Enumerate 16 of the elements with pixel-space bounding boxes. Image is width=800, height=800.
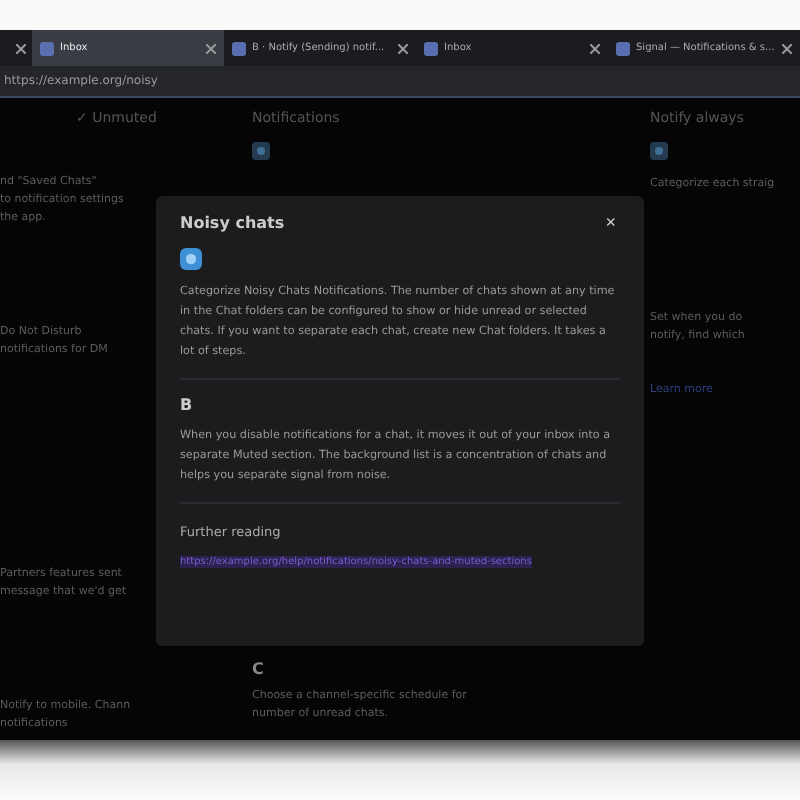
- close-button[interactable]: ×: [601, 214, 620, 232]
- section-letter: C: [252, 660, 266, 678]
- close-icon[interactable]: [16, 43, 26, 53]
- close-icon[interactable]: [398, 43, 408, 53]
- favicon-icon: [40, 41, 54, 55]
- chat-icon: [252, 142, 270, 160]
- chat-icon: [650, 142, 668, 160]
- favicon-icon: [424, 41, 438, 55]
- favicon-icon: [232, 41, 246, 55]
- close-icon[interactable]: [782, 43, 792, 53]
- close-icon[interactable]: [206, 43, 216, 53]
- section-letter: B: [180, 396, 195, 414]
- info-icon: [180, 248, 202, 270]
- favicon-icon: [616, 41, 630, 55]
- close-icon[interactable]: [590, 43, 600, 53]
- modal-title: Noisy chats: [180, 214, 285, 232]
